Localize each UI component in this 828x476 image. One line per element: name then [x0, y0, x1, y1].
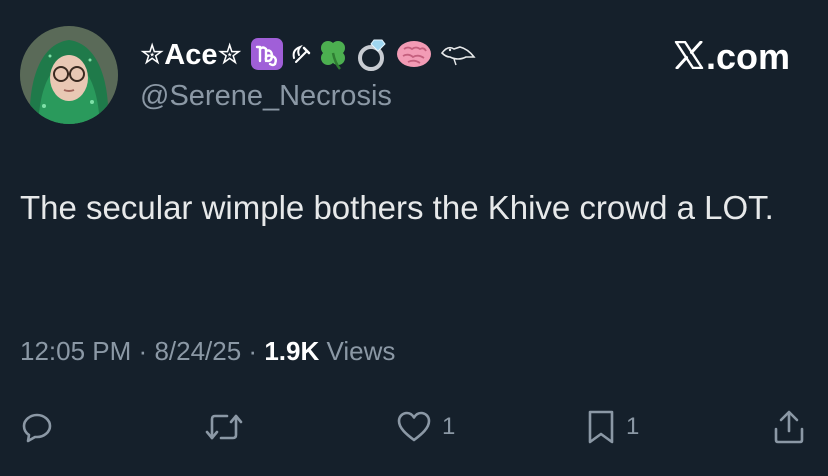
tweet-actions: 1 1 — [0, 402, 828, 452]
share-button[interactable] — [772, 402, 806, 452]
bird-icon — [440, 46, 476, 66]
tweet-text: The secular wimple bothers the Khive cro… — [20, 189, 774, 226]
tweet-meta: 12:05 PM · 8/24/25 · 1.9K Views — [20, 336, 395, 367]
like-button[interactable]: 1 — [396, 402, 455, 452]
views-count: 1.9K — [264, 336, 320, 366]
x-brand[interactable]: .com — [674, 36, 790, 78]
capricorn-icon — [250, 38, 283, 70]
avatar[interactable] — [20, 26, 118, 124]
bookmark-button[interactable]: 1 — [586, 402, 639, 452]
ring-icon — [357, 39, 386, 71]
meta-separator: · — [248, 336, 258, 366]
display-name-text: ✮Ace✮ — [140, 38, 242, 71]
tweet-time[interactable]: 12:05 PM — [20, 336, 131, 366]
tweet-date[interactable]: 8/24/25 — [154, 336, 241, 366]
like-count: 1 — [442, 413, 456, 440]
tweet-card: ✮Ace✮ @Serene_Necrosis .com The secular … — [0, 0, 828, 476]
x-logo-icon — [674, 41, 704, 69]
share-icon — [774, 410, 804, 444]
hammer-sickle-icon — [292, 44, 311, 63]
bookmark-count: 1 — [626, 413, 640, 440]
repost-icon — [205, 414, 243, 440]
author-handle[interactable]: @Serene_Necrosis — [140, 80, 392, 113]
heart-icon — [397, 411, 431, 442]
brain-icon — [396, 41, 431, 67]
reply-button[interactable] — [20, 402, 64, 452]
bookmark-icon — [588, 410, 614, 444]
views-label: Views — [326, 336, 396, 366]
meta-separator: · — [138, 336, 148, 366]
brand-label: .com — [705, 36, 790, 77]
four-leaf-clover-icon — [320, 41, 345, 70]
name-emojis — [250, 36, 478, 72]
reply-icon — [22, 413, 52, 443]
repost-button[interactable] — [203, 402, 255, 452]
author-display-name[interactable]: ✮Ace✮ — [140, 34, 478, 74]
